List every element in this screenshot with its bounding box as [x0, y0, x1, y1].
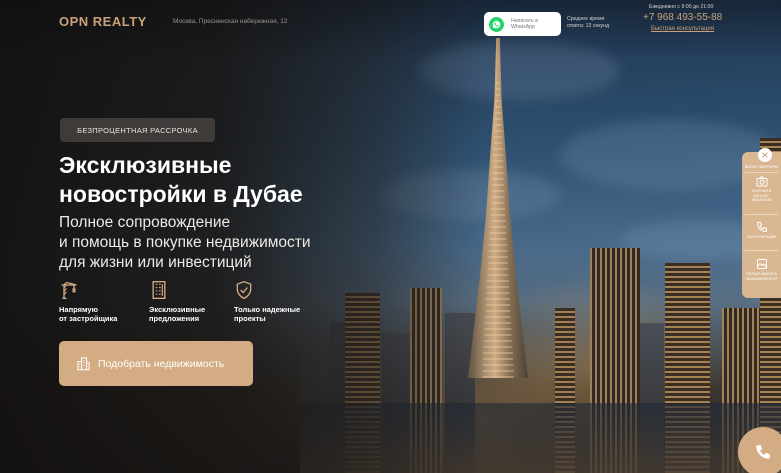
side-item-label: ПОЛУЧИТЬ КАТАЛОГ ОБЪЕКТОВ: [751, 189, 772, 202]
side-quick-panel: ВЫБОР КВАРТИРЫ ПОЛУЧИТЬ КАТАЛОГ ОБЪЕКТОВ…: [742, 148, 781, 298]
title-line: Эксклюзивные: [59, 152, 232, 178]
response-time: Среднее время ответа: 13 секунд: [567, 16, 610, 30]
features-list: Напрямую от застройщика Эксклюзивные пре…: [59, 280, 359, 328]
installment-badge: БЕЗПРОЦЕНТНАЯ РАССРОЧКА: [60, 118, 215, 142]
subtitle-line: Полное сопровождение: [59, 214, 231, 231]
feature-label: Эксклюзивные предложения: [149, 305, 229, 323]
feature-item: Эксклюзивные предложения: [149, 280, 229, 323]
feature-line: Эксклюзивные: [149, 305, 206, 314]
divider: [745, 214, 778, 215]
work-hours: Ежедневно с 9:00 до 21:00: [649, 4, 714, 10]
side-item-label: ВЫБОР КВАРТИРЫ: [744, 165, 779, 169]
phone-number[interactable]: +7 968 493-55-88: [643, 12, 722, 23]
divider: [745, 250, 778, 251]
find-property-button[interactable]: Подобрать недвижимость: [59, 341, 253, 386]
address: Москва, Пресненская набережная, 12: [173, 18, 288, 25]
whatsapp-icon: [489, 16, 504, 32]
crane-icon: [61, 281, 77, 299]
side-item-benefit[interactable]: ПОЛЬЗА ВЫБОРА НЕДВИЖИМОСТИ: [742, 258, 781, 281]
side-item-consult[interactable]: КОНСУЛЬТАЦИЯ: [742, 221, 781, 240]
gallery-icon: [756, 259, 767, 269]
feature-item: Напрямую от застройщика: [59, 280, 139, 323]
subtitle-line: и помощь в покупке недвижимости: [59, 234, 311, 251]
feature-line: от застройщика: [59, 314, 118, 323]
subtitle-line: для жизни или инвестиций: [59, 254, 252, 271]
fast-consult-link[interactable]: Быстрая консультация: [651, 26, 714, 32]
find-property-label: Подобрать недвижимость: [98, 357, 225, 370]
divider: [745, 172, 778, 173]
side-item-label: КОНСУЛЬТАЦИЯ: [747, 235, 776, 239]
title-line: новостройки в Дубае: [59, 181, 303, 207]
side-item-catalog[interactable]: ПОЛУЧИТЬ КАТАЛОГ ОБЪЕКТОВ: [742, 176, 781, 203]
feature-line: предложения: [149, 314, 200, 323]
building-icon: [152, 281, 166, 299]
feature-line: проекты: [234, 314, 266, 323]
phone-icon: [756, 445, 770, 459]
feature-line: Напрямую: [59, 305, 99, 314]
shield-check-icon: [236, 280, 252, 300]
logo[interactable]: OPN REALTY: [59, 14, 147, 29]
camera-icon: [756, 176, 767, 187]
side-item-choose[interactable]: ВЫБОР КВАРТИРЫ: [742, 163, 781, 170]
feature-line: Только надежные: [234, 305, 301, 314]
page-title: Эксклюзивные новостройки в Дубае: [59, 151, 389, 209]
feature-label: Только надежные проекты: [234, 305, 314, 323]
whatsapp-label: Написать в WhatsApp: [511, 17, 538, 31]
feature-label: Напрямую от застройщика: [59, 305, 139, 323]
buildings-icon: [77, 357, 90, 371]
close-icon[interactable]: [758, 148, 772, 162]
page-subtitle: Полное сопровождение и помощь в покупке …: [59, 213, 389, 273]
phone-icon: [756, 222, 767, 233]
call-button[interactable]: [738, 427, 781, 473]
feature-item: Только надежные проекты: [234, 280, 314, 323]
side-item-label: ПОЛЬЗА ВЫБОРА НЕДВИЖИМОСТИ: [745, 272, 778, 281]
whatsapp-button[interactable]: Написать в WhatsApp: [484, 12, 561, 36]
